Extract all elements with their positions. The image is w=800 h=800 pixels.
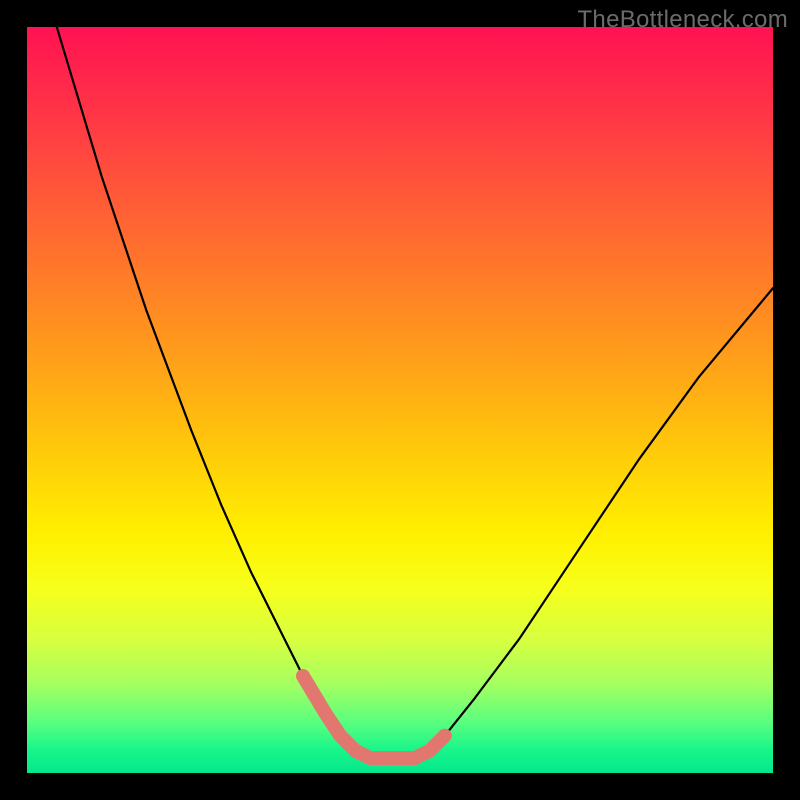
plot-area bbox=[27, 27, 773, 773]
bottleneck-curve bbox=[57, 27, 773, 758]
highlight-segment bbox=[303, 676, 445, 758]
curve-svg bbox=[27, 27, 773, 773]
chart-frame: TheBottleneck.com bbox=[0, 0, 800, 800]
watermark-text: TheBottleneck.com bbox=[577, 6, 788, 34]
